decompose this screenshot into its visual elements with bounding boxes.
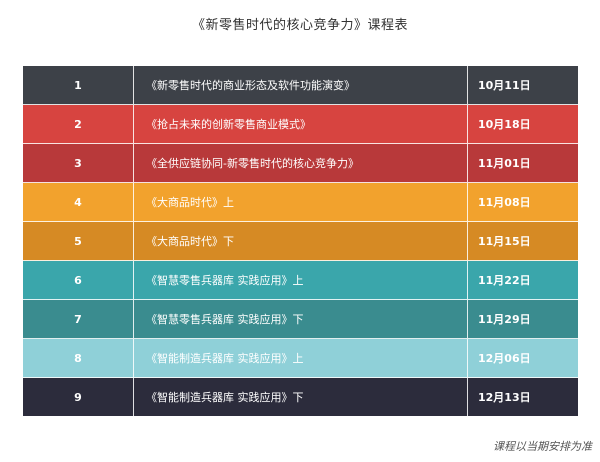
course-title: 《新零售时代的商业形态及软件功能演变》	[134, 66, 468, 104]
table-row: 8 《智能制造兵器库 实践应用》上 12月06日	[23, 339, 578, 378]
session-number: 2	[23, 105, 134, 143]
session-number: 1	[23, 66, 134, 104]
course-title: 《智能制造兵器库 实践应用》上	[134, 339, 468, 377]
table-row: 3 《全供应链协同-新零售时代的核心竞争力》 11月01日	[23, 144, 578, 183]
session-date: 11月08日	[478, 196, 531, 209]
session-number: 5	[23, 222, 134, 260]
table-row: 4 《大商品时代》上 11月08日	[23, 183, 578, 222]
page-title: 《新零售时代的核心竞争力》课程表	[191, 18, 408, 33]
course-title: 《抢占未来的创新零售商业模式》	[134, 105, 468, 143]
schedule-note: 课程以当期安排为准	[493, 440, 592, 453]
table-row: 2 《抢占未来的创新零售商业模式》 10月18日	[23, 105, 578, 144]
schedule-table: 1 《新零售时代的商业形态及软件功能演变》 10月11日 2 《抢占未来的创新零…	[23, 66, 578, 416]
session-number: 9	[23, 378, 134, 416]
course-title: 《大商品时代》上	[134, 183, 468, 221]
table-row: 9 《智能制造兵器库 实践应用》下 12月13日	[23, 378, 578, 416]
session-date: 11月01日	[478, 157, 531, 170]
course-title: 《智慧零售兵器库 实践应用》下	[134, 300, 468, 338]
session-number: 8	[23, 339, 134, 377]
course-title: 《智慧零售兵器库 实践应用》上	[134, 261, 468, 299]
table-row: 5 《大商品时代》下 11月15日	[23, 222, 578, 261]
table-row: 6 《智慧零售兵器库 实践应用》上 11月22日	[23, 261, 578, 300]
session-date: 10月18日	[478, 118, 531, 131]
course-title: 《智能制造兵器库 实践应用》下	[134, 378, 468, 416]
session-number: 4	[23, 183, 134, 221]
session-date: 10月11日	[478, 79, 531, 92]
session-number: 3	[23, 144, 134, 182]
session-date: 12月06日	[478, 352, 531, 365]
table-row: 7 《智慧零售兵器库 实践应用》下 11月29日	[23, 300, 578, 339]
session-number: 7	[23, 300, 134, 338]
session-date: 11月15日	[478, 235, 531, 248]
session-date: 11月29日	[478, 313, 531, 326]
session-date: 11月22日	[478, 274, 531, 287]
table-row: 1 《新零售时代的商业形态及软件功能演变》 10月11日	[23, 66, 578, 105]
course-title: 《全供应链协同-新零售时代的核心竞争力》	[134, 144, 468, 182]
course-title: 《大商品时代》下	[134, 222, 468, 260]
session-date: 12月13日	[478, 391, 531, 404]
session-number: 6	[23, 261, 134, 299]
